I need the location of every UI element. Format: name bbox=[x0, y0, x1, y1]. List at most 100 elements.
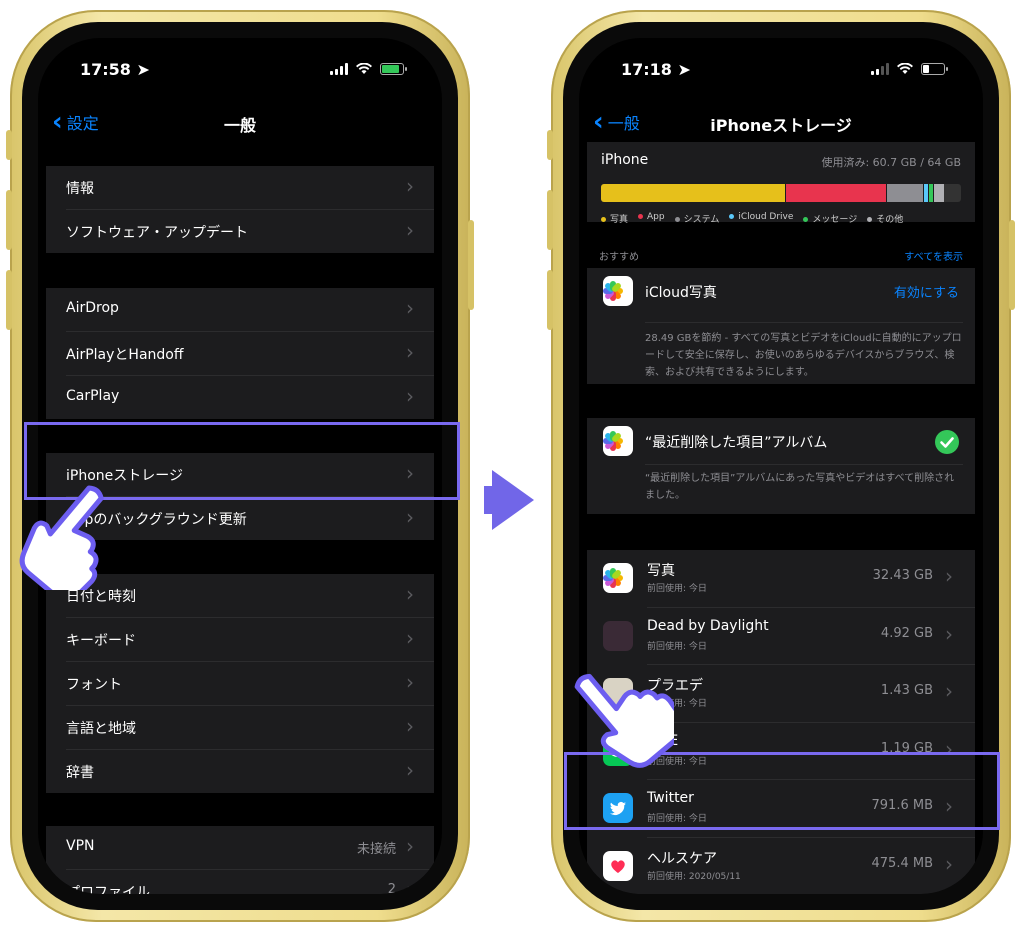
chevron-right-icon: › bbox=[406, 296, 414, 320]
row-label: CarPlay bbox=[66, 388, 120, 404]
icloud-photos-card: iCloud写真 有効にする 28.49 GBを節約 - すべての写真とビデオを… bbox=[587, 268, 975, 384]
page-title: 一般 bbox=[223, 116, 256, 135]
legend-item: App bbox=[638, 212, 665, 225]
arrow-right-icon bbox=[484, 470, 534, 530]
checkmark-icon bbox=[935, 430, 959, 454]
legend-dot-icon bbox=[674, 217, 680, 222]
settings-group-5: VPN 未接続 › プロファイル 2 › bbox=[46, 826, 434, 894]
recommend-label: おすすめ bbox=[599, 252, 639, 263]
settings-group-4: 日付と時刻 › キーボード › フォント › 言語と地域 › 辞書 › bbox=[46, 574, 434, 793]
chevron-right-icon: › bbox=[406, 174, 414, 198]
app-size: 1.43 GB bbox=[880, 683, 933, 698]
settings-row-keyboard[interactable]: キーボード › bbox=[66, 618, 434, 662]
status-time: 17:18 ➤ bbox=[621, 60, 691, 79]
chevron-right-icon: › bbox=[406, 670, 414, 694]
status-bar: 17:58 ➤ bbox=[38, 60, 442, 84]
row-label: AirDrop bbox=[66, 300, 119, 316]
storage-bar bbox=[601, 184, 961, 202]
app-size: 32.43 GB bbox=[872, 568, 933, 583]
storage-segment bbox=[886, 184, 924, 202]
chevron-right-icon: › bbox=[945, 851, 953, 876]
app-size: 475.4 MB bbox=[871, 855, 933, 871]
game-icon bbox=[603, 620, 633, 651]
chevron-right-icon: › bbox=[945, 621, 953, 646]
volume-up-button bbox=[6, 190, 12, 250]
chevron-right-icon: › bbox=[406, 340, 414, 364]
page-title: iPhoneストレージ bbox=[710, 116, 852, 135]
settings-group-2: AirDrop › AirPlayとHandoff › CarPlay › bbox=[46, 288, 434, 419]
settings-row-airdrop[interactable]: AirDrop › bbox=[66, 288, 434, 332]
app-row[interactable]: Dead by Daylight 前回使用: 今日 4.92 GB › bbox=[603, 608, 975, 665]
settings-row-software-update[interactable]: ソフトウェア・アップデート › bbox=[66, 210, 434, 253]
status-time: 17:58 ➤ bbox=[80, 60, 150, 79]
mute-switch bbox=[547, 130, 553, 160]
settings-row-language-region[interactable]: 言語と地域 › bbox=[66, 706, 434, 750]
app-row[interactable]: 写真 前回使用: 今日 32.43 GB › bbox=[603, 550, 975, 608]
storage-legend: 写真 App システム iCloud Drive メッセージ その他 bbox=[601, 212, 903, 225]
chevron-right-icon: › bbox=[406, 218, 414, 242]
settings-row-about[interactable]: 情報 › bbox=[66, 166, 434, 210]
volume-down-button bbox=[547, 270, 553, 330]
settings-row-dictionary[interactable]: 辞書 › bbox=[66, 750, 434, 793]
battery-icon bbox=[921, 63, 948, 75]
app-last-used: 前回使用: 今日 bbox=[647, 641, 707, 652]
chevron-right-icon: › bbox=[406, 384, 414, 408]
signal-icon bbox=[871, 63, 889, 75]
status-bar: 17:18 ➤ bbox=[579, 60, 983, 84]
row-label: 言語と地域 bbox=[66, 721, 136, 737]
storage-used: 使用済み: 60.7 GB / 64 GB bbox=[821, 156, 961, 169]
settings-row-fonts[interactable]: フォント › bbox=[66, 662, 434, 706]
chevron-right-icon: › bbox=[406, 714, 414, 738]
legend-item: メッセージ bbox=[803, 212, 857, 225]
app-row[interactable]: ヘルスケア前回使用: 2020/05/11 475.4 MB › bbox=[603, 838, 975, 895]
row-label: AirPlayとHandoff bbox=[66, 347, 184, 363]
storage-segment bbox=[784, 184, 887, 202]
power-button bbox=[468, 220, 474, 310]
app-row[interactable]: プラエデ 前回使用: 今日 1.43 GB › bbox=[603, 665, 975, 723]
legend-dot-icon bbox=[638, 214, 644, 219]
legend-dot-icon bbox=[729, 214, 735, 219]
row-label: フォント bbox=[66, 677, 122, 693]
volume-up-button bbox=[547, 190, 553, 250]
divider bbox=[645, 464, 963, 465]
pointing-hand-icon bbox=[19, 485, 104, 590]
row-label: プロファイル bbox=[66, 885, 150, 894]
health-icon bbox=[603, 850, 633, 881]
volume-down-button bbox=[6, 270, 12, 330]
row-value: 未接続 bbox=[356, 842, 396, 857]
legend-dot-icon bbox=[601, 217, 606, 222]
battery-icon bbox=[380, 63, 407, 75]
legend-item: システム bbox=[674, 212, 719, 225]
mute-switch bbox=[6, 130, 12, 160]
chevron-right-icon: › bbox=[406, 758, 414, 782]
chevron-right-icon: › bbox=[406, 505, 414, 529]
settings-row-airplay[interactable]: AirPlayとHandoff › bbox=[66, 332, 434, 376]
settings-row-vpn[interactable]: VPN 未接続 › bbox=[66, 826, 434, 870]
app-last-used: 前回使用: 今日 bbox=[647, 584, 707, 594]
photos-icon bbox=[603, 276, 633, 306]
app-name: Dead by Daylight bbox=[647, 617, 769, 634]
settings-row-carplay[interactable]: CarPlay › bbox=[66, 376, 434, 419]
storage-summary: iPhone 使用済み: 60.7 GB / 64 GB 写真 App システム iC… bbox=[587, 142, 975, 225]
settings-group-1: 情報 › ソフトウェア・アップデート › bbox=[46, 166, 434, 253]
recently-deleted-title: “最近削除した項目”アルバム bbox=[645, 435, 828, 451]
legend-item: iCloud Drive bbox=[729, 212, 793, 225]
row-label: 情報 bbox=[66, 181, 94, 197]
app-last-used: 前回使用: 2020/05/11 bbox=[647, 871, 741, 882]
chevron-right-icon: › bbox=[406, 626, 414, 650]
settings-row-date-time[interactable]: 日付と時刻 › bbox=[66, 574, 434, 618]
storage-segment bbox=[601, 184, 785, 202]
enable-button[interactable]: 有効にする bbox=[894, 282, 959, 301]
recently-deleted-card: “最近削除した項目”アルバム “最近削除した項目”アルバムにあった写真やビデオは… bbox=[587, 418, 975, 514]
power-button bbox=[1009, 220, 1015, 310]
show-all-link[interactable]: すべてを表示 bbox=[904, 248, 963, 263]
app-name: ヘルスケア bbox=[647, 850, 717, 867]
recently-deleted-description: “最近削除した項目”アルバムにあった写真やビデオはすべて削除されました。 bbox=[645, 473, 955, 501]
settings-row-background-refresh[interactable]: Appのバックグラウンド更新 › bbox=[66, 497, 434, 540]
settings-row-profile[interactable]: プロファイル 2 › bbox=[66, 870, 434, 894]
legend-item: 写真 bbox=[601, 212, 628, 225]
row-label: ソフトウェア・アップデート bbox=[66, 225, 248, 241]
icloud-photos-description: 28.49 GBを節約 - すべての写真とビデオをiCloudに自動的にアップロ… bbox=[645, 333, 962, 378]
row-label: VPN bbox=[66, 838, 95, 854]
legend-item: その他 bbox=[867, 212, 903, 225]
